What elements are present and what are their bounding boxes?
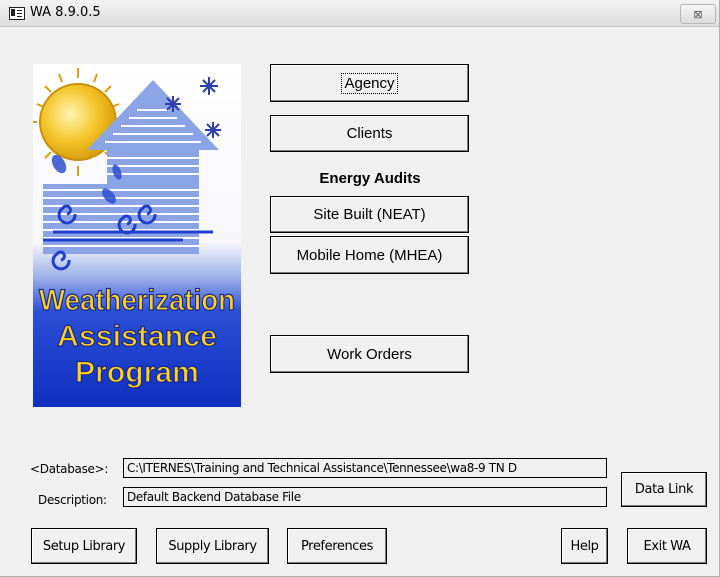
supply-library-button[interactable]: Supply Library	[156, 528, 269, 564]
window-title: WA 8.9.0.5	[30, 5, 101, 20]
exit-wa-button[interactable]: Exit WA	[627, 528, 707, 564]
energy-audits-heading: Energy Audits	[319, 170, 421, 187]
data-link-button-label: Data Link	[634, 482, 694, 497]
preferences-label: Preferences	[300, 538, 374, 554]
work-orders-button[interactable]: Work Orders	[270, 335, 469, 373]
setup-library-label: Setup Library	[42, 538, 126, 554]
help-button[interactable]: Help	[561, 528, 608, 564]
site-built-button-label: Site Built (NEAT)	[313, 206, 426, 223]
close-button[interactable]: ⊠	[680, 4, 716, 24]
description-field[interactable]: Default Backend Database File	[123, 487, 607, 507]
weatherization-logo: Weatherization Assistance Program	[33, 64, 241, 407]
help-label: Help	[570, 538, 599, 554]
app-window-icon	[9, 7, 25, 20]
mobile-home-button-label: Mobile Home (MHEA)	[296, 246, 443, 264]
setup-library-button[interactable]: Setup Library	[31, 528, 137, 564]
title-bar[interactable]: WA 8.9.0.5 ⊠	[0, 0, 719, 27]
exit-wa-label: Exit WA	[643, 538, 691, 554]
agency-button[interactable]: Agency	[270, 64, 469, 102]
logo-graphic: Weatherization Assistance Program	[33, 64, 241, 407]
clients-button-label: Clients	[346, 125, 393, 142]
work-orders-button-label: Work Orders	[327, 345, 412, 363]
close-icon: ⊠	[693, 7, 703, 21]
main-window: WA 8.9.0.5 ⊠ Weatherization Assistance P…	[0, 0, 720, 577]
agency-button-label: Agency	[341, 72, 398, 94]
database-path-field[interactable]: C:\ITERNES\Training and Technical Assist…	[123, 458, 607, 478]
data-link-button[interactable]: Data Link	[621, 472, 707, 507]
mobile-home-mhea-button[interactable]: Mobile Home (MHEA)	[270, 236, 469, 274]
preferences-button[interactable]: Preferences	[287, 528, 387, 564]
clients-button[interactable]: Clients	[270, 115, 469, 152]
site-built-neat-button[interactable]: Site Built (NEAT)	[270, 196, 469, 233]
logo-text-line3: Program	[75, 356, 199, 389]
description-label: Description:	[38, 493, 107, 507]
supply-library-label: Supply Library	[168, 538, 257, 554]
logo-text-line2: Assistance	[57, 320, 217, 353]
logo-text-line1: Weatherization	[39, 284, 235, 317]
database-label: <Database>:	[30, 462, 109, 476]
